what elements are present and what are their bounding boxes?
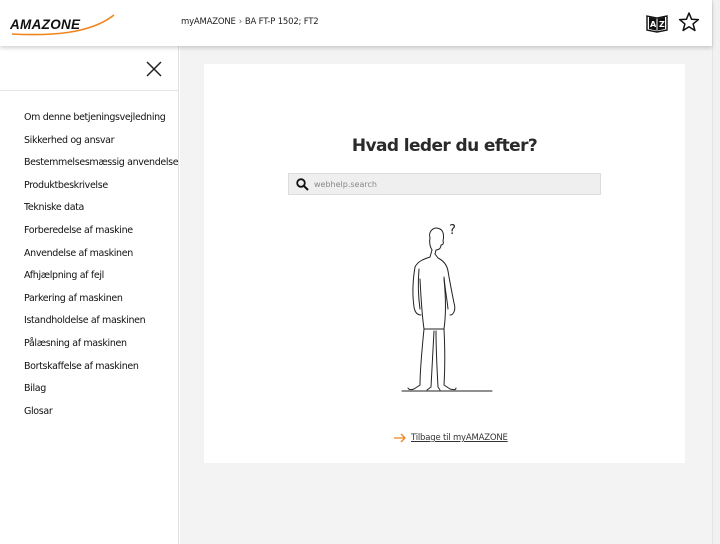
back-link-label: Tilbage til myAMAZONE <box>411 433 508 443</box>
toc-item[interactable]: Bortskaffelse af maskinen <box>24 361 178 384</box>
toc-list: Om denne betjeningsvejledning Sikkerhed … <box>24 112 179 429</box>
back-to-myamazone-link[interactable]: Tilbage til myAMAZONE <box>393 431 508 445</box>
toc-item[interactable]: Pålæsning af maskinen <box>24 338 178 361</box>
svg-text:Z: Z <box>659 20 665 29</box>
search-box[interactable] <box>288 173 601 195</box>
close-icon[interactable] <box>145 60 163 78</box>
main-content: Hvad leder du efter? webhelp.search ? Ti… <box>180 46 712 544</box>
toc-item[interactable]: Parkering af maskinen <box>24 293 178 316</box>
amazone-logo[interactable]: AMAZONE <box>10 12 118 38</box>
toc-item[interactable]: Anvendelse af maskinen <box>24 248 178 271</box>
logo-text: AMAZONE <box>10 17 81 32</box>
breadcrumb-current[interactable]: BA FT-P 1502; FT2 <box>245 17 319 27</box>
breadcrumb-home[interactable]: myAMAZONE <box>181 17 236 27</box>
toc-item[interactable]: Istandholdelse af maskinen <box>24 315 178 338</box>
toc-item[interactable]: Forberedelse af maskine <box>24 225 178 248</box>
search-icon[interactable] <box>296 178 309 191</box>
bookmark-star-icon[interactable] <box>678 11 700 33</box>
breadcrumb: myAMAZONE › BA FT-P 1502; FT2 <box>181 17 319 27</box>
toc-item[interactable]: Om denne betjeningsvejledning <box>24 112 178 135</box>
toc-item[interactable]: Bilag <box>24 383 178 406</box>
search-card: Hvad leder du efter? webhelp.search ? Ti… <box>204 64 685 463</box>
svg-text:A: A <box>650 20 657 29</box>
page-scrollbar[interactable] <box>712 0 720 544</box>
breadcrumb-separator: › <box>238 17 242 27</box>
toc-item[interactable]: Tekniske data <box>24 202 178 225</box>
arrow-right-icon <box>394 433 406 443</box>
toc-item[interactable]: Produktbeskrivelse <box>24 180 178 203</box>
toc-sidebar: Om denne betjeningsvejledning Sikkerhed … <box>0 46 179 544</box>
search-input[interactable] <box>314 176 594 193</box>
glossary-az-icon[interactable]: A Z <box>646 12 668 34</box>
top-header: AMAZONE myAMAZONE › BA FT-P 1502; FT2 A Z <box>0 0 712 46</box>
thinking-man-illustration: ? <box>401 223 493 392</box>
question-mark: ? <box>449 223 456 238</box>
toc-item[interactable]: Bestemmelsesmæssig anvendelse <box>24 157 179 180</box>
toc-item[interactable]: Glosar <box>24 406 178 429</box>
toc-item[interactable]: Afhjælpning af fejl <box>24 270 178 293</box>
search-heading: Hvad leder du efter? <box>351 136 538 156</box>
toc-item[interactable]: Sikkerhed og ansvar <box>24 135 178 158</box>
sidebar-top-bar <box>0 46 179 91</box>
